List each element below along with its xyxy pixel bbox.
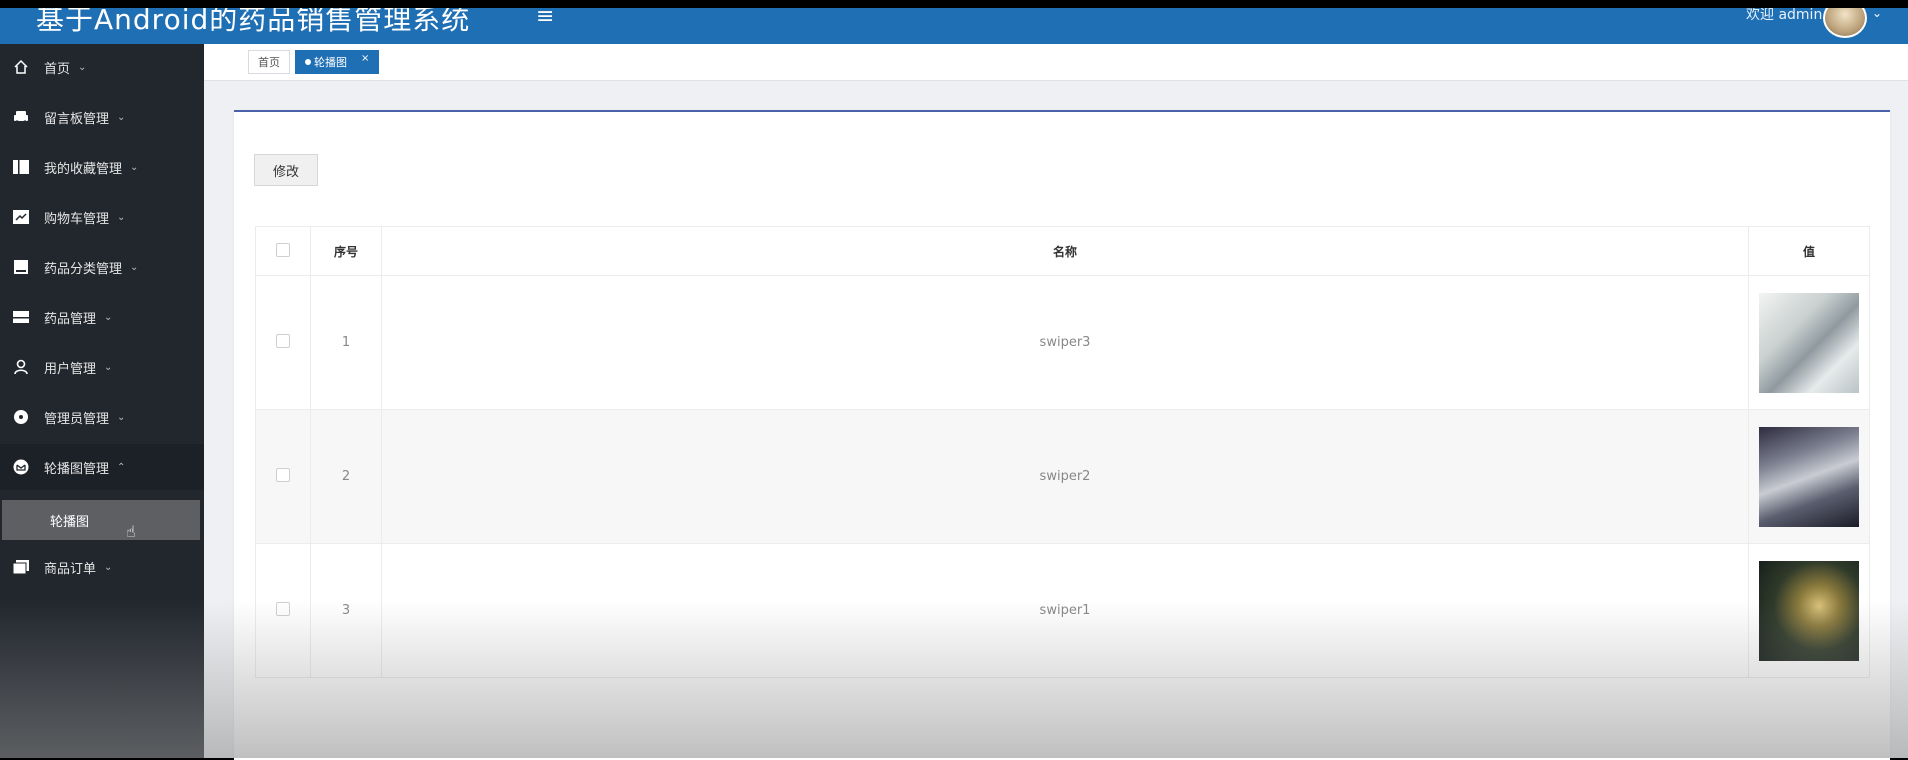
mail-icon: [12, 459, 30, 475]
row-index: 2: [310, 409, 382, 544]
avatar[interactable]: [1823, 8, 1867, 38]
table-header-row: 序号 名称 值: [255, 226, 1870, 276]
row-name: swiper3: [381, 275, 1749, 410]
row-select-cell: [255, 409, 311, 544]
main-content: 首页 轮播图 × 修改 序号 名称 值 1 swiper3 2 swiper2 …: [204, 44, 1908, 760]
record-icon: [12, 409, 30, 425]
chevron-down-icon: ⌄: [104, 561, 113, 573]
sidebar-item-users[interactable]: 用户管理 ⌄: [0, 344, 204, 390]
row-name: swiper2: [381, 409, 1749, 544]
row-value: [1748, 543, 1870, 678]
sidebar-item-label: 我的收藏管理: [44, 161, 123, 177]
sidebar-item-label: 留言板管理: [44, 111, 110, 127]
sidebar-item-favorites[interactable]: 我的收藏管理 ⌄: [0, 144, 204, 190]
row-index: 1: [310, 275, 382, 410]
row-select-cell: [255, 275, 311, 410]
sidebar-item-drug-category[interactable]: 药品分类管理 ⌄: [0, 244, 204, 290]
sidebar-item-drugs[interactable]: 药品管理 ⌄: [0, 294, 204, 340]
chevron-down-icon: ⌄: [104, 361, 113, 373]
files-icon: [12, 559, 30, 575]
chevron-down-icon: ⌄: [117, 111, 126, 123]
close-icon[interactable]: ×: [361, 53, 369, 64]
folder-icon: [12, 259, 30, 275]
home-icon: [12, 59, 30, 75]
chevron-up-icon: ⌃: [117, 461, 126, 473]
row-checkbox[interactable]: [276, 333, 290, 348]
sidebar-item-carousel[interactable]: 轮播图管理 ⌃: [0, 444, 204, 490]
select-all-cell: [255, 226, 311, 276]
sidebar-item-message-board[interactable]: 留言板管理 ⌄: [0, 94, 204, 140]
top-header: 基于Android的药品销售管理系统 ≡ 欢迎 admin ⌄: [0, 8, 1908, 44]
sidebar-item-label: 药品分类管理: [44, 261, 123, 277]
sidebar-item-label: 管理员管理: [44, 411, 110, 427]
table-row[interactable]: 3 swiper1: [255, 543, 1870, 678]
sidebar-item-cart[interactable]: 购物车管理 ⌄: [0, 194, 204, 240]
row-select-cell: [255, 543, 311, 678]
carousel-table: 序号 名称 值 1 swiper3 2 swiper2 3 swiper1: [255, 226, 1870, 678]
table-row[interactable]: 1 swiper3: [255, 275, 1870, 410]
tab-carousel[interactable]: 轮播图 ×: [295, 50, 380, 74]
carousel-image[interactable]: [1759, 292, 1859, 393]
row-checkbox[interactable]: [276, 601, 290, 616]
edit-button[interactable]: 修改: [254, 154, 318, 186]
active-dot-icon: [305, 59, 311, 65]
sidebar-item-home[interactable]: 首页 ⌄: [0, 44, 204, 90]
select-all-checkbox[interactable]: [276, 242, 290, 257]
app-title: 基于Android的药品销售管理系统: [36, 8, 471, 36]
sidebar-subitem-label: 轮播图: [50, 514, 90, 530]
user-icon: [12, 359, 30, 375]
carousel-image[interactable]: [1759, 560, 1859, 661]
chevron-down-icon: ⌄: [104, 311, 113, 323]
hamburger-icon[interactable]: ≡: [536, 8, 554, 29]
sidebar-subitem-carousel[interactable]: 轮播图: [2, 500, 200, 540]
chevron-down-icon[interactable]: ⌄: [1872, 8, 1882, 20]
sidebar-item-label: 购物车管理: [44, 211, 110, 227]
chevron-down-icon: ⌄: [130, 261, 139, 273]
sidebar-item-label: 用户管理: [44, 361, 97, 377]
book-icon: [12, 159, 30, 175]
chevron-down-icon: ⌄: [78, 61, 87, 73]
car-icon: [12, 109, 30, 125]
table-row[interactable]: 2 swiper2: [255, 409, 1870, 544]
chevron-down-icon: ⌄: [117, 211, 126, 223]
sidebar-item-label: 药品管理: [44, 311, 97, 327]
row-checkbox[interactable]: [276, 467, 290, 482]
row-value: [1748, 275, 1870, 410]
content-card: 修改 序号 名称 值 1 swiper3 2 swiper2 3 swiper1: [234, 110, 1890, 760]
sidebar-item-orders[interactable]: 商品订单 ⌄: [0, 544, 204, 590]
hand-cursor-icon: ☝: [126, 522, 136, 541]
column-header-index: 序号: [310, 226, 382, 276]
sidebar-item-label: 首页: [44, 61, 71, 77]
column-header-value: 值: [1748, 226, 1870, 276]
chart-icon: [12, 209, 30, 225]
tab-label: 首页: [258, 56, 280, 69]
tab-label: 轮播图: [314, 56, 347, 69]
tab-home[interactable]: 首页: [248, 50, 290, 74]
column-header-name: 名称: [381, 226, 1749, 276]
sidebar-item-label: 商品订单: [44, 561, 97, 577]
chevron-down-icon: ⌄: [117, 411, 126, 423]
welcome-text: 欢迎 admin: [1746, 8, 1823, 23]
sidebar-item-label: 轮播图管理: [44, 461, 110, 477]
sidebar-item-admins[interactable]: 管理员管理 ⌄: [0, 394, 204, 440]
row-index: 3: [310, 543, 382, 678]
row-value: [1748, 409, 1870, 544]
chevron-down-icon: ⌄: [130, 161, 139, 173]
drawer-icon: [12, 309, 30, 325]
sidebar: 首页 ⌄ 留言板管理 ⌄ 我的收藏管理 ⌄ 购物车管理 ⌄ 药品分类管理 ⌄ 药…: [0, 44, 204, 758]
tab-bar: 首页 轮播图 ×: [204, 44, 1908, 81]
row-name: swiper1: [381, 543, 1749, 678]
carousel-image[interactable]: [1759, 426, 1859, 527]
